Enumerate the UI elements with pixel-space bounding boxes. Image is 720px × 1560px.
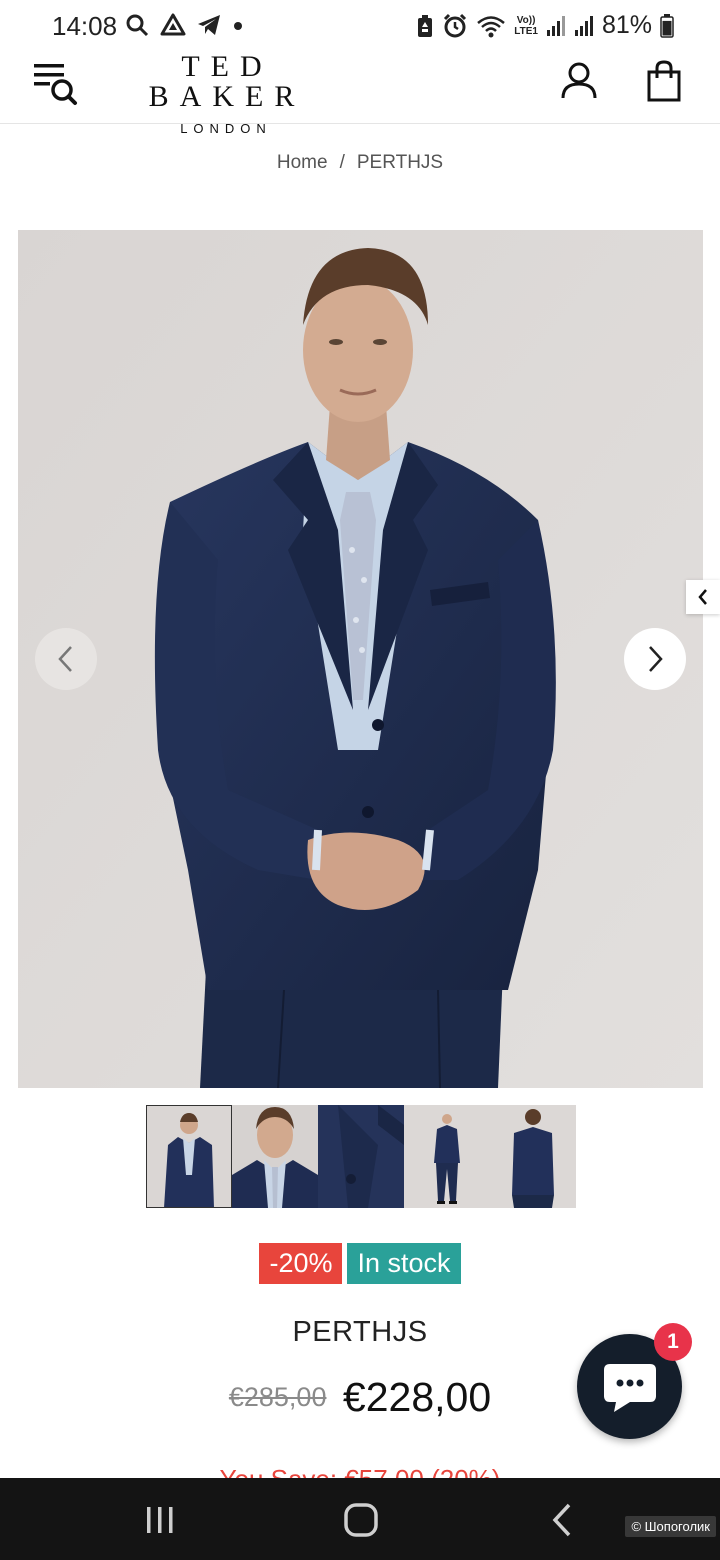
chevron-left-icon [58,646,72,672]
watermark: © Шопоголик [625,1516,716,1537]
chevron-right-icon [649,646,663,672]
search-notification-icon [126,14,149,37]
lte-label: LTE1 [514,25,538,37]
recent-apps-button[interactable] [140,1500,180,1540]
product-thumbnails [146,1105,576,1208]
volte-label: Vo)) [516,14,536,26]
menu-search-icon [34,64,77,105]
thumbnail-back-view-image [490,1105,576,1208]
breadcrumb-current: PERTHJS [356,152,444,173]
breadcrumb: Home / PERTHJS [0,152,720,174]
savings-text: You Save: €57,00 (20%) [0,1464,720,1478]
wifi-icon [477,15,506,37]
brand-name: TED BAKER [148,50,306,113]
home-button[interactable] [341,1500,381,1540]
chat-unread-badge: 1 [654,1323,692,1361]
thumbnail-2[interactable] [232,1105,318,1208]
product-main-image[interactable] [18,230,703,1088]
brand-logo[interactable]: TED BAKER LONDON [108,50,338,137]
status-system-icons: Vo)) LTE1 81% [416,11,674,40]
thumbnail-5[interactable] [490,1105,576,1208]
shopping-bag-icon [647,60,681,102]
breadcrumb-home-link[interactable]: Home [277,152,328,173]
signal-icon-sim2 [574,15,593,36]
telegram-notification-icon [198,15,220,35]
thumbnail-fabric-detail-image [318,1105,404,1208]
user-icon [561,62,597,99]
back-icon [552,1503,571,1537]
stock-badge: In stock [347,1243,461,1284]
system-navigation-bar [0,1478,720,1560]
recent-apps-icon [147,1507,173,1533]
brand-subtitle: LONDON [180,121,272,136]
site-header: TED BAKER LONDON [0,52,720,136]
thumbnail-closeup-image [232,1105,318,1208]
breadcrumb-separator: / [339,152,345,173]
status-time: 14:08 [52,11,118,41]
thumbnail-front-view-image [146,1105,232,1208]
next-image-button[interactable] [624,628,686,690]
side-panel-toggle[interactable] [686,580,720,614]
home-icon [344,1503,378,1537]
account-button[interactable] [559,60,599,100]
menu-search-button[interactable] [32,56,80,106]
thumbnail-1[interactable] [146,1105,232,1208]
sale-price: €228,00 [342,1374,492,1420]
original-price: €285,00 [228,1382,327,1412]
status-bar: 14:08 Vo)) LTE1 81% [0,0,720,52]
thumbnail-3[interactable] [318,1105,404,1208]
thumbnail-full-length-image [404,1105,490,1208]
product-badges: -20% In stock [0,1243,720,1284]
network-type-indicator: Vo)) LTE1 [514,15,538,37]
battery-saver-icon [418,14,433,37]
chevron-left-small-icon [698,589,707,605]
thumbnail-4[interactable] [404,1105,490,1208]
battery-percentage: 81% [601,11,652,39]
dot-notification-icon [234,22,242,30]
chat-bubble-icon [603,1363,656,1412]
back-button[interactable] [543,1500,583,1540]
battery-icon [660,13,674,38]
product-photo-suit-model [18,230,703,1088]
drive-notification-icon [160,13,186,36]
discount-badge: -20% [259,1243,343,1284]
cart-button[interactable] [646,60,682,102]
previous-image-button[interactable] [35,628,97,690]
alarm-icon [444,13,467,37]
signal-icon-sim1 [546,15,565,36]
status-notification-icons [124,12,244,38]
